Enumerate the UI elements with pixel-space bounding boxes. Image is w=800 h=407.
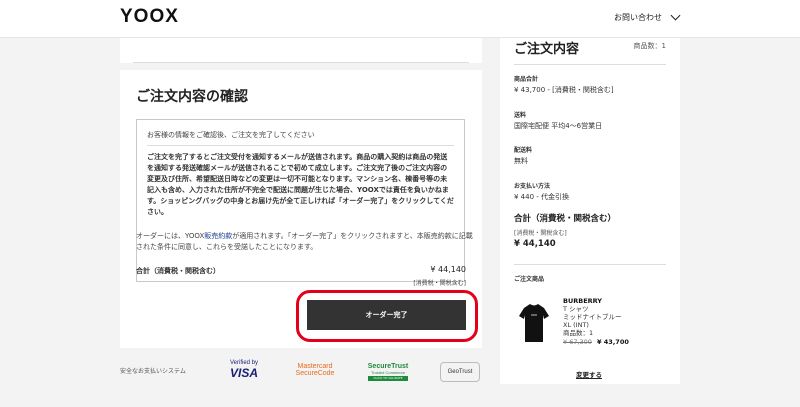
section-divider: [133, 62, 469, 63]
chevron-down-icon[interactable]: [670, 10, 681, 21]
product-color: ミッドナイトブルー: [563, 313, 622, 321]
confirm-title: ご注文内容の確認: [136, 89, 248, 105]
total-tax-note: [消費税・関税含む]: [413, 280, 466, 287]
delivery-fee-value: 無料: [514, 157, 528, 165]
notice-divider: [147, 145, 454, 146]
notice-body: ご注文を完了するとご注文受付を通知するメールが送信されます。商品の購入契約は商品…: [147, 153, 454, 216]
contact-menu[interactable]: お問い合わせ: [614, 10, 681, 23]
st-line2: Trusted Commerce: [370, 370, 406, 375]
grand-total-label: 合計（消費税・関税含む）: [514, 214, 617, 224]
yoox-logo[interactable]: YOOX: [120, 6, 179, 28]
complete-order-button[interactable]: オーダー完了: [307, 300, 466, 330]
delivery-fee-label: 配送料: [514, 147, 533, 154]
terms-prefix: オーダーには、YOOX: [136, 232, 205, 240]
order-summary-panel: ご注文内容 商品数：1 商品合計 ¥ 43,700 - [消費税・関税含む] 送…: [500, 38, 680, 384]
shipping-value: 国際宅配便 平均4〜6営業日: [514, 122, 603, 130]
terms-link[interactable]: 販売約款: [204, 232, 232, 240]
product-qty: 商品数：1: [563, 329, 594, 337]
notice-heading: お客様の情報をご確認後、ご注文を完了してください: [147, 131, 315, 139]
product-thumbnail[interactable]: [518, 300, 550, 344]
summary-divider: [514, 64, 666, 65]
mc-line1: Mastercard: [297, 363, 333, 370]
notice-box: お客様の情報をご確認後、ご注文を完了してください ご注文を完了するとご注文受付を…: [136, 119, 465, 282]
summary-item-count: 商品数：1: [633, 42, 666, 50]
grand-total-value: ¥ 44,140: [514, 239, 556, 249]
product-brand: BURBERRY: [563, 297, 602, 305]
secure-payment-label: 安全なお支払いシステム: [120, 368, 186, 375]
securetrust-logo[interactable]: SecureTrust Trusted Commerce CLICK TO VA…: [366, 357, 410, 387]
mc-line2: SecureCode: [295, 370, 335, 377]
st-validate-bar: CLICK TO VALIDATE: [368, 376, 408, 381]
geotrust-logo[interactable]: GeoTrust: [440, 362, 480, 382]
items-total-label: 商品合計: [514, 76, 539, 83]
st-line1: SecureTrust: [367, 363, 409, 370]
terms-text: オーダーには、YOOX販売約款が適用されます。「オーダー完了」をクリックされます…: [136, 231, 476, 253]
order-confirmation-card: ご注文内容の確認 お客様の情報をご確認後、ご注文を完了してください ご注文を完了…: [120, 70, 482, 348]
items-total-value: ¥ 43,700 - [消費税・関税含む]: [514, 86, 614, 94]
summary-title: ご注文内容: [514, 42, 580, 57]
geo-line1: GeoTrust: [447, 369, 473, 375]
shipping-label: 送料: [514, 112, 527, 119]
change-order-link[interactable]: 変更する: [576, 369, 602, 379]
product-type: T シャツ: [563, 305, 589, 313]
product-details: BURBERRY T シャツ ミッドナイトブルー XL (INT) 商品数：1: [563, 297, 622, 337]
st-line3: CLICK TO VALIDATE: [373, 376, 403, 380]
mastercard-securecode-logo: Mastercard SecureCode: [290, 357, 340, 383]
top-bar: YOOX お問い合わせ: [0, 0, 800, 38]
payment-method-label: お支払い方法: [514, 183, 551, 190]
previous-section-card: [120, 38, 482, 63]
total-value: ¥ 44,140: [430, 265, 466, 274]
product-new-price: ¥ 43,700: [597, 338, 629, 346]
ordered-products-label: ご注文商品: [514, 276, 545, 283]
payment-method-value: ¥ 440 - 代金引換: [514, 193, 570, 201]
grand-total-note: [消費税・関税含む]: [514, 230, 567, 237]
visa-line2: VISA: [229, 366, 258, 380]
summary-divider: [514, 264, 666, 265]
product-old-price: ¥ 67,300: [563, 338, 592, 346]
verified-by-visa-logo: Verified by VISA: [224, 357, 264, 383]
product-size: XL (INT): [563, 321, 589, 329]
contact-label[interactable]: お問い合わせ: [614, 12, 662, 23]
total-label: 合計（消費税・関税含む）: [136, 267, 220, 275]
